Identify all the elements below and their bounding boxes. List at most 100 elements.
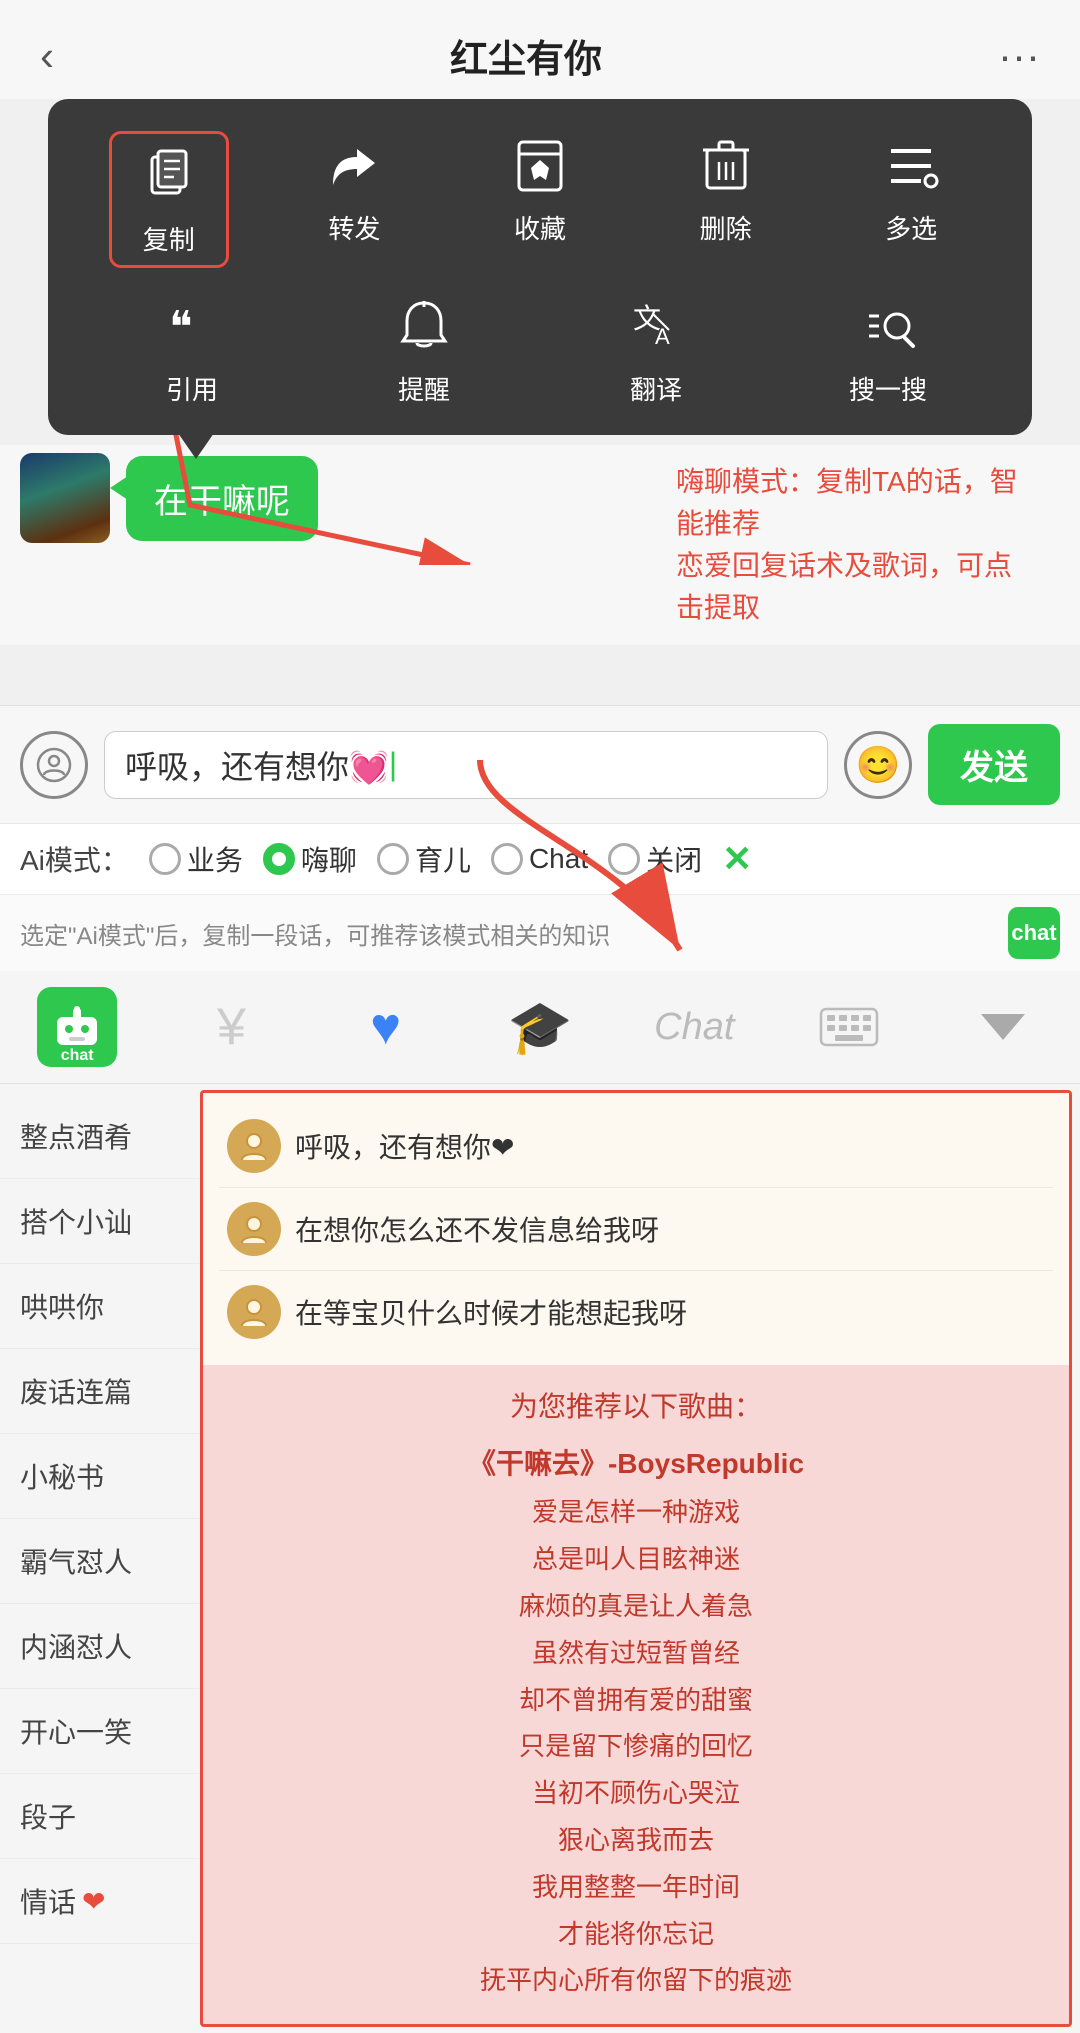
robot-icon: chat — [37, 987, 117, 1067]
mode-haichat[interactable]: 嗨聊 — [263, 839, 357, 879]
mode-business[interactable]: 业务 — [149, 839, 243, 879]
reply-text-1: 在想你怎么还不发信息给我呀 — [295, 1209, 659, 1249]
multiselect-menu-item[interactable]: 多选 — [851, 131, 971, 268]
reply-text-0: 呼吸，还有想你❤ — [295, 1126, 514, 1166]
search-menu-item[interactable]: 搜一搜 — [828, 292, 948, 407]
mode-child-label: 育儿 — [415, 839, 471, 879]
song-section: 为您推荐以下歌曲： 《干嘛去》-BoysRepublic 爱是怎样一种游戏 总是… — [203, 1365, 1069, 2024]
hint-bar: 选定"Ai模式"后，复制一段话，可推荐该模式相关的知识 chat — [0, 894, 1080, 971]
top-nav-bar: ‹ 红尘有你 ··· — [0, 0, 1080, 99]
sidebar-item-0[interactable]: 整点酒肴 — [0, 1094, 200, 1179]
forward-label: 转发 — [328, 209, 380, 246]
mode-chat[interactable]: Chat — [491, 843, 588, 875]
toolbar-arrow-down[interactable] — [926, 1014, 1080, 1040]
radio-business[interactable] — [149, 843, 181, 875]
copy-label: 复制 — [143, 220, 195, 257]
sidebar-item-1[interactable]: 搭个小讪 — [0, 1179, 200, 1264]
mode-chat-label: Chat — [529, 843, 588, 875]
sidebar-item-2[interactable]: 哄哄你 — [0, 1264, 200, 1349]
sidebar-item-8[interactable]: 段子 — [0, 1774, 200, 1859]
song-item-8: 狠心离我而去 — [219, 1817, 1053, 1864]
toolbar-heart[interactable]: ♥ — [309, 997, 463, 1057]
copy-menu-item[interactable]: 复制 — [109, 131, 229, 268]
quote-label: 引用 — [166, 370, 218, 407]
reply-avatar-2 — [227, 1285, 281, 1339]
avatar — [20, 453, 110, 543]
radio-off[interactable] — [608, 843, 640, 875]
sidebar-item-4[interactable]: 小秘书 — [0, 1434, 200, 1519]
radio-haichat[interactable] — [263, 843, 295, 875]
chat-robot-icon[interactable]: chat — [1008, 907, 1060, 959]
main-content: 整点酒肴 搭个小讪 哄哄你 废话连篇 小秘书 霸气怼人 内涵怼人 开心一笑 段子… — [0, 1084, 1080, 2033]
mode-off[interactable]: 关闭 — [608, 839, 702, 879]
context-menu-row-1: 复制 转发 收藏 — [76, 131, 1004, 268]
radio-chat[interactable] — [491, 843, 523, 875]
translate-label: 翻译 — [630, 370, 682, 407]
mode-business-label: 业务 — [187, 839, 243, 879]
reply-item-1[interactable]: 在想你怎么还不发信息给我呀 — [219, 1188, 1053, 1271]
toolbar-chat-text[interactable]: Chat — [617, 1006, 771, 1049]
remind-icon — [389, 292, 459, 362]
context-menu-row-2: ❝ 引用 提醒 文 — [76, 292, 1004, 407]
keyboard-icon — [819, 1007, 879, 1047]
copy-icon — [134, 142, 204, 212]
collect-label: 收藏 — [514, 209, 566, 246]
more-button[interactable]: ··· — [998, 32, 1040, 80]
toolbar-grad[interactable]: 🎓 — [463, 997, 617, 1058]
collect-menu-item[interactable]: 收藏 — [480, 131, 600, 268]
delete-label: 删除 — [700, 209, 752, 246]
input-area: 呼吸，还有想你💓 😊 发送 — [0, 705, 1080, 823]
reply-avatar-0 — [227, 1119, 281, 1173]
voice-button[interactable] — [20, 731, 88, 799]
reply-item-0[interactable]: 呼吸，还有想你❤ — [219, 1105, 1053, 1188]
song-item-10: 才能将你忘记 — [219, 1911, 1053, 1958]
ai-mode-close[interactable]: ✕ — [722, 838, 752, 880]
back-button[interactable]: ‹ — [40, 32, 54, 80]
sidebar-item-9[interactable]: 情话 ❤ — [0, 1859, 200, 1944]
page-title: 红尘有你 — [450, 28, 602, 83]
song-item-2: 总是叫人目眩神迷 — [219, 1536, 1053, 1583]
toolbar-yen[interactable]: ¥ — [154, 997, 308, 1057]
mode-child[interactable]: 育儿 — [377, 839, 471, 879]
emoji-button[interactable]: 😊 — [844, 731, 912, 799]
translate-menu-item[interactable]: 文 A 翻译 — [596, 292, 716, 407]
multiselect-label: 多选 — [885, 209, 937, 246]
search-label: 搜一搜 — [849, 370, 927, 407]
arrow-down-icon — [981, 1014, 1025, 1040]
mode-haichat-label: 嗨聊 — [301, 839, 357, 879]
translate-icon: 文 A — [621, 292, 691, 362]
mode-off-label: 关闭 — [646, 839, 702, 879]
forward-menu-item[interactable]: 转发 — [294, 131, 414, 268]
quote-menu-item[interactable]: ❝ 引用 — [132, 292, 252, 407]
song-item-5: 却不曾拥有爱的甜蜜 — [219, 1677, 1053, 1724]
yen-icon: ¥ — [217, 997, 246, 1057]
sidebar-item-5[interactable]: 霸气怼人 — [0, 1519, 200, 1604]
grad-icon: 🎓 — [508, 997, 573, 1058]
remind-menu-item[interactable]: 提醒 — [364, 292, 484, 407]
sidebar-item-6[interactable]: 内涵怼人 — [0, 1604, 200, 1689]
heart-icon: ♥ — [370, 997, 401, 1057]
toolbar: chat ¥ ♥ 🎓 Chat — [0, 971, 1080, 1084]
hint-text: 选定"Ai模式"后，复制一段话，可推荐该模式相关的知识 — [20, 916, 610, 951]
toolbar-keyboard[interactable] — [771, 1007, 925, 1047]
reply-item-2[interactable]: 在等宝贝什么时候才能想起我呀 — [219, 1271, 1053, 1353]
radio-child[interactable] — [377, 843, 409, 875]
chat-message: 在干嘛呢 — [126, 456, 318, 541]
song-item-7: 当初不顾伤心哭泣 — [219, 1770, 1053, 1817]
sidebar-item-7[interactable]: 开心一笑 — [0, 1689, 200, 1774]
collect-icon — [505, 131, 575, 201]
right-panel: 呼吸，还有想你❤ 在想你怎么还不发信息给我呀 — [200, 1090, 1072, 2027]
search-icon — [853, 292, 923, 362]
song-item-4: 虽然有过短暂曾经 — [219, 1630, 1053, 1677]
song-item-9: 我用整整一年时间 — [219, 1864, 1053, 1911]
forward-icon — [319, 131, 389, 201]
sidebar-item-3[interactable]: 废话连篇 — [0, 1349, 200, 1434]
toolbar-robot[interactable]: chat — [0, 987, 154, 1067]
song-section-header: 为您推荐以下歌曲： — [219, 1385, 1053, 1425]
send-button[interactable]: 发送 — [928, 724, 1060, 805]
message-input[interactable]: 呼吸，还有想你💓 — [104, 731, 828, 799]
reply-text-2: 在等宝贝什么时候才能想起我呀 — [295, 1292, 687, 1332]
song-item-0[interactable]: 《干嘛去》-BoysRepublic — [219, 1439, 1053, 1489]
ai-mode-bar: Ai模式： 业务 嗨聊 育儿 Chat 关闭 ✕ — [0, 823, 1080, 894]
delete-menu-item[interactable]: 删除 — [666, 131, 786, 268]
